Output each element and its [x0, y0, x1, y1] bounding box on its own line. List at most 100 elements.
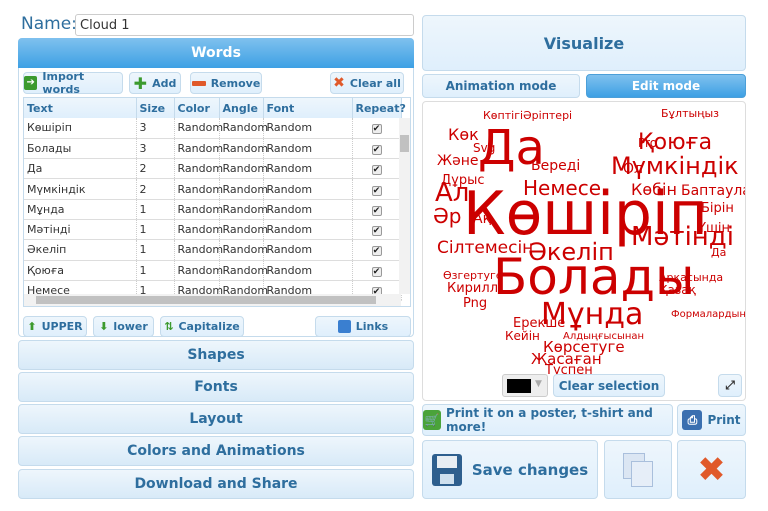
cloud-word[interactable]: Svg	[473, 142, 495, 154]
table-cell[interactable]: 1	[136, 199, 175, 220]
column-header[interactable]: Color	[174, 98, 220, 118]
table-row[interactable]: Қоюға 1 Random Random Random ✔	[24, 260, 402, 281]
table-row[interactable]: Да 2 Random Random Random ✔	[24, 158, 402, 180]
cloud-word[interactable]: Pro	[638, 137, 657, 149]
words-header[interactable]: Words	[18, 38, 414, 68]
cloud-word[interactable]: Қазақ	[659, 284, 696, 296]
table-cell[interactable]: 1	[136, 260, 175, 281]
checkbox[interactable]: ✔	[371, 266, 382, 277]
cloud-word[interactable]: Береді	[531, 159, 580, 173]
table-cell[interactable]: Көшіріп	[24, 118, 137, 139]
duplicate-button[interactable]	[604, 440, 672, 499]
table-row[interactable]: Болады 3 Random Random Random ✔	[24, 138, 402, 160]
checkbox[interactable]: ✔	[371, 205, 382, 216]
table-cell[interactable]: Random	[263, 178, 353, 200]
cloud-word[interactable]: Алдыңғысынан	[563, 332, 644, 342]
checkbox[interactable]: ✔	[371, 124, 382, 135]
delete-button[interactable]: ✖	[677, 440, 746, 499]
save-changes-button[interactable]: Save changes	[422, 440, 598, 499]
table-row[interactable]: Мұнда 1 Random Random Random ✔	[24, 199, 402, 220]
table-cell[interactable]: Да	[24, 158, 137, 180]
repeat-checkbox[interactable]: ✔	[352, 118, 402, 139]
import-words-button[interactable]: ➔ Import words	[23, 70, 123, 96]
cloud-word[interactable]: Дұрыс	[441, 174, 485, 187]
table-cell[interactable]: 1	[136, 219, 175, 241]
cloud-word[interactable]: Кирилл	[447, 282, 498, 295]
cloud-word[interactable]: Арқасында	[659, 272, 723, 283]
table-cell[interactable]: Random	[174, 138, 223, 160]
lowercase-button[interactable]: ⬇ lower	[93, 316, 154, 337]
table-cell[interactable]: Әкеліп	[24, 239, 137, 261]
section-download-share[interactable]: Download and Share	[18, 469, 414, 499]
cloud-word[interactable]: Үшін	[698, 222, 730, 235]
horizontal-scrollbar[interactable]	[24, 294, 401, 306]
table-cell[interactable]: Random	[174, 199, 223, 220]
repeat-checkbox[interactable]: ✔	[352, 260, 402, 281]
table-cell[interactable]: Random	[219, 138, 268, 160]
cloud-word[interactable]: Баптаулар	[681, 184, 745, 198]
checkbox[interactable]: ✔	[371, 144, 382, 155]
print-button[interactable]: ⎙ Print	[677, 404, 746, 436]
table-cell[interactable]: Random	[263, 118, 353, 139]
column-header[interactable]: Text	[24, 98, 137, 118]
table-cell[interactable]: 2	[136, 178, 175, 200]
table-cell[interactable]: Random	[174, 260, 223, 281]
cloud-word[interactable]: Әкеліп	[528, 240, 614, 264]
links-button[interactable]: Links	[315, 316, 411, 337]
column-header[interactable]: Angle	[219, 98, 264, 118]
section-fonts[interactable]: Fonts	[18, 372, 414, 402]
checkbox[interactable]: ✔	[371, 246, 382, 257]
cloud-word[interactable]: Өзгертуге	[443, 270, 503, 281]
tab-animation-mode[interactable]: Animation mode	[422, 74, 580, 98]
clear-all-button[interactable]: ✖ Clear all	[330, 72, 404, 94]
table-cell[interactable]: Мүмкіндік	[24, 178, 137, 200]
table-cell[interactable]: Random	[263, 239, 353, 261]
table-cell[interactable]: Random	[219, 158, 268, 180]
cloud-word[interactable]: Әр	[433, 206, 461, 226]
table-cell[interactable]: Қоюға	[24, 260, 137, 281]
table-cell[interactable]: 1	[136, 239, 175, 261]
cloud-word[interactable]: Сілтемесін	[437, 240, 533, 257]
table-cell[interactable]: Мұнда	[24, 199, 137, 220]
table-cell[interactable]: Random	[263, 219, 353, 241]
cloud-word[interactable]: Әріптері	[523, 110, 572, 121]
table-cell[interactable]: Random	[219, 178, 268, 200]
tab-edit-mode[interactable]: Edit mode	[586, 74, 746, 98]
uppercase-button[interactable]: ⬆ UPPER	[23, 316, 87, 337]
cloud-word[interactable]: Жәнe	[437, 154, 478, 168]
cloud-word[interactable]: Ақ	[473, 212, 491, 226]
table-cell[interactable]: Random	[219, 239, 268, 261]
repeat-checkbox[interactable]: ✔	[352, 239, 402, 261]
checkbox[interactable]: ✔	[371, 185, 382, 196]
checkbox[interactable]: ✔	[371, 226, 382, 237]
clear-selection-button[interactable]: Clear selection	[553, 374, 665, 397]
table-row[interactable]: Мүмкіндік 2 Random Random Random ✔	[24, 178, 402, 200]
repeat-checkbox[interactable]: ✔	[352, 219, 402, 241]
print-poster-button[interactable]: 🛒 Print it on a poster, t-shirt and more!	[422, 404, 673, 436]
table-cell[interactable]: Random	[263, 260, 353, 281]
column-header[interactable]: Size	[136, 98, 175, 118]
cloud-word[interactable]: Бұлтыңыз	[661, 108, 719, 119]
table-cell[interactable]: 2	[136, 158, 175, 180]
table-cell[interactable]: Random	[219, 260, 268, 281]
table-cell[interactable]: Random	[174, 239, 223, 261]
section-colors-animations[interactable]: Colors and Animations	[18, 436, 414, 466]
vertical-scrollbar[interactable]	[399, 118, 410, 294]
name-input[interactable]	[75, 14, 414, 36]
remove-button[interactable]: Remove	[190, 72, 262, 94]
table-cell[interactable]: Random	[174, 158, 223, 180]
cloud-word[interactable]: Png	[463, 297, 487, 310]
cloud-word[interactable]: Кейін	[505, 330, 540, 342]
repeat-checkbox[interactable]: ✔	[352, 199, 402, 220]
checkbox[interactable]: ✔	[371, 165, 382, 176]
table-cell[interactable]: Random	[174, 219, 223, 241]
column-header[interactable]: Repeat?	[352, 98, 406, 118]
table-row[interactable]: Мәтінді 1 Random Random Random ✔	[24, 219, 402, 241]
table-cell[interactable]: Random	[263, 158, 353, 180]
table-cell[interactable]: 3	[136, 138, 175, 160]
table-cell[interactable]: Random	[219, 199, 268, 220]
cloud-word[interactable]: Да	[711, 247, 726, 258]
table-cell[interactable]: Мәтінді	[24, 219, 137, 241]
table-cell[interactable]: Random	[263, 199, 353, 220]
cloud-word[interactable]: Ол	[623, 162, 643, 176]
